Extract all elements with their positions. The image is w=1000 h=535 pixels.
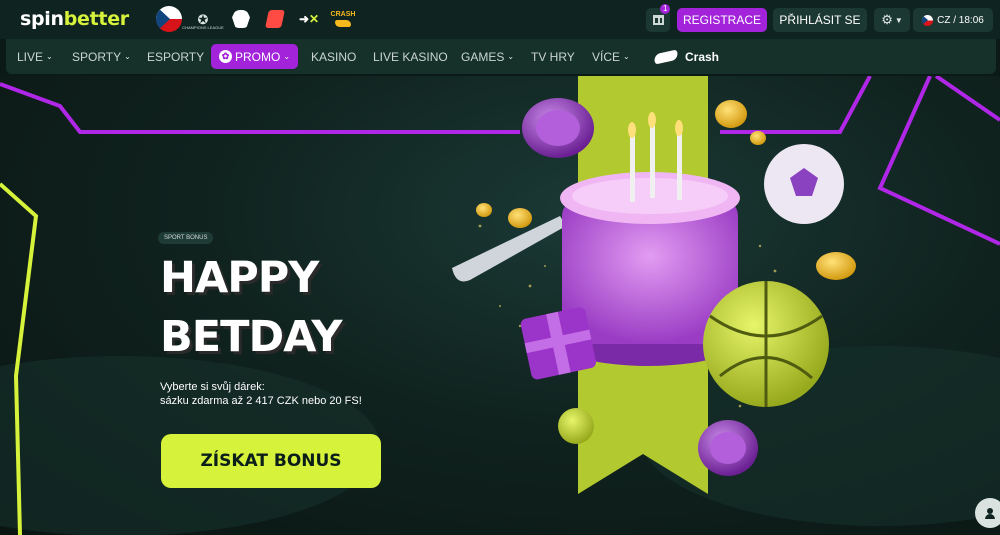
nav-item-esporty[interactable]: ESPORTY	[139, 44, 212, 69]
nav-item-live[interactable]: LIVE ⌄	[9, 44, 61, 69]
nav-item-sporty[interactable]: SPORTY ⌄	[64, 44, 139, 69]
main-nav: LIVE ⌄ SPORTY ⌄ ESPORTY ✿ PROMO ⌄ KASINO LIV…	[6, 39, 996, 74]
x-brand-icon: ➜✕	[298, 12, 320, 26]
nav-label: GAMES	[461, 49, 505, 64]
user-icon	[985, 507, 995, 519]
czech-flag-small-icon	[922, 14, 934, 26]
chevron-down-icon: ⌄	[623, 52, 630, 61]
premier-league-icon[interactable]	[228, 6, 254, 32]
gift-count-badge: 1	[660, 4, 671, 14]
crash-caption: CRASH	[330, 11, 356, 18]
logo-text-better: better	[63, 8, 129, 30]
nav-item-promo[interactable]: ✿ PROMO ⌄	[211, 44, 299, 69]
nav-label: LIVE KASINO	[373, 49, 448, 64]
crash-logo-icon: CRASH	[330, 11, 356, 27]
nav-label: KASINO	[311, 49, 357, 64]
hero-title-line2: BETDAY	[160, 312, 342, 362]
laliga-icon[interactable]	[262, 6, 288, 32]
register-button[interactable]: REGISTRACE	[677, 8, 767, 32]
rocket-icon	[653, 49, 679, 64]
nav-label: PROMO	[235, 49, 281, 64]
nav-label: TV HRY	[531, 49, 575, 64]
lang-time-text: CZ / 18:06	[937, 14, 984, 26]
hero-desc-line1: Vyberte si svůj dárek:	[160, 381, 265, 393]
logo-text-spin: spin	[20, 8, 64, 30]
language-time-button[interactable]: CZ / 18:06	[913, 8, 993, 32]
nav-item-vice[interactable]: VÍCE ⌄	[584, 44, 638, 69]
hero-description: Vyberte si svůj dárek: sázku zdarma až 2…	[160, 380, 362, 408]
ucl-star-icon: ✪	[197, 11, 209, 27]
sport-bonus-badge: SPORT BONUS	[158, 232, 214, 244]
champions-league-icon[interactable]: ✪ CHAMPIONS LEAGUE	[182, 6, 224, 32]
gear-icon: ⚙	[881, 12, 893, 27]
settings-button[interactable]: ⚙ ▼	[874, 8, 910, 32]
chevron-down-icon: ⌄	[124, 52, 131, 61]
nav-item-kasino[interactable]: KASINO	[303, 44, 364, 69]
chevron-down-icon: ▼	[894, 15, 903, 25]
support-chat-button[interactable]	[975, 498, 1000, 528]
chevron-down-icon: ⌄	[507, 52, 515, 61]
nav-label: Crash	[685, 49, 720, 64]
hero-desc-line2: sázku zdarma až 2 417 CZK nebo 20 FS!	[160, 395, 362, 407]
gift-button[interactable]: 1	[646, 4, 671, 32]
nav-item-live-kasino[interactable]: LIVE KASINO	[365, 44, 456, 69]
chevron-down-icon: ⌄	[46, 52, 53, 61]
nav-item-crash[interactable]: Crash	[646, 44, 727, 69]
get-bonus-button[interactable]: ZÍSKAT BONUS	[161, 434, 381, 488]
nav-label: LIVE	[17, 49, 44, 64]
nav-label: ESPORTY	[147, 49, 205, 64]
nav-label: SPORTY	[72, 49, 122, 64]
premier-league-lion-icon	[232, 10, 250, 28]
nav-item-tv-hry[interactable]: TV HRY	[523, 44, 583, 69]
laliga-shape-icon	[265, 10, 285, 28]
promo-hero-banner: SPORT BONUS HAPPY BETDAY Vyberte si svůj…	[0, 76, 1000, 535]
top-bar: spinbetter ✪ CHAMPIONS LEAGUE ➜✕ CRASH 1…	[0, 0, 1000, 39]
hero-title-line1: HAPPY	[160, 253, 319, 303]
promo-icon: ✿	[219, 50, 232, 63]
chevron-down-icon: ⌄	[283, 52, 291, 61]
nav-item-games[interactable]: GAMES ⌄	[453, 44, 522, 69]
gift-icon	[652, 15, 664, 25]
x-icon[interactable]: ➜✕	[296, 6, 322, 32]
nav-label: VÍCE	[592, 49, 621, 64]
login-button[interactable]: PŘIHLÁSIT SE	[773, 8, 867, 32]
crash-icon[interactable]: CRASH	[330, 6, 356, 32]
spinbetter-logo[interactable]: spinbetter	[20, 8, 129, 30]
ucl-caption: CHAMPIONS LEAGUE	[182, 25, 224, 30]
hero-artwork	[0, 76, 1000, 535]
czech-flag-icon[interactable]	[156, 6, 182, 32]
